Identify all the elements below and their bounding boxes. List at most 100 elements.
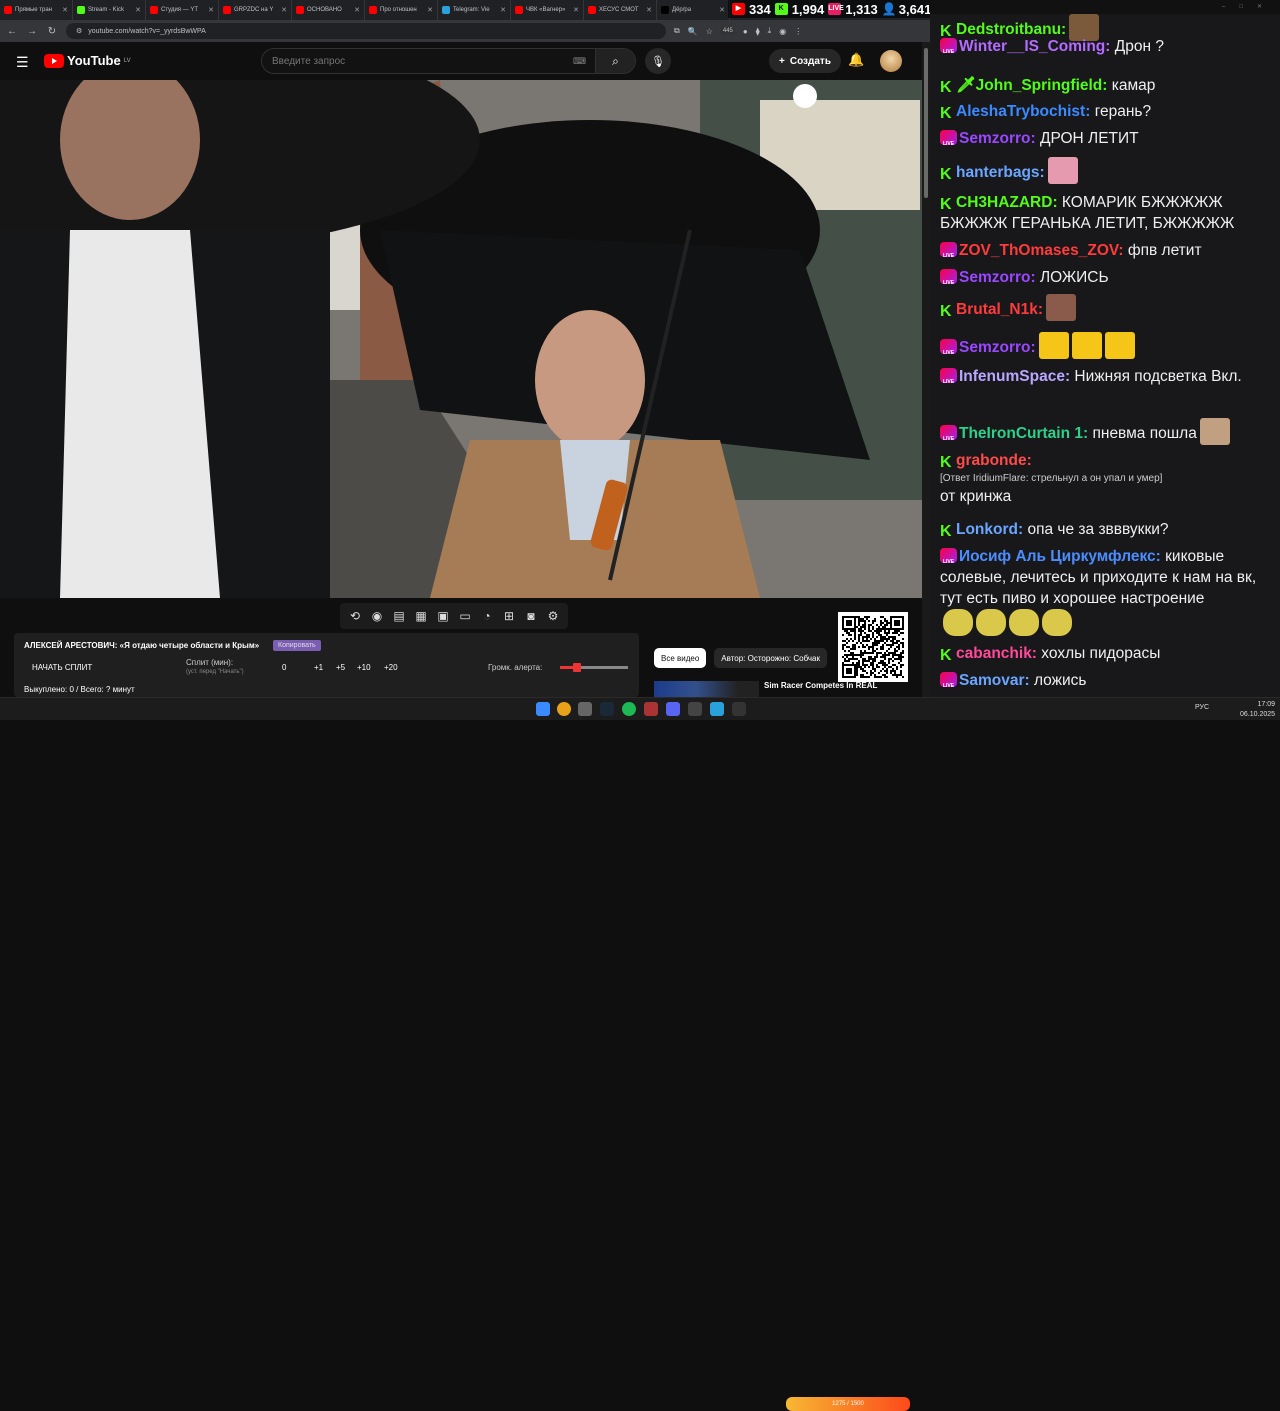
tab-close-icon[interactable]: ✕ — [281, 6, 287, 14]
spotify-icon[interactable] — [622, 702, 636, 716]
scrollbar-thumb[interactable] — [924, 48, 928, 198]
chrome-icon[interactable] — [557, 702, 571, 716]
chat-username[interactable]: hanterbags: — [956, 164, 1045, 181]
add-icon[interactable]: ⊞ — [502, 609, 516, 623]
chat-username[interactable]: Lonkord: — [956, 521, 1023, 538]
loop-icon[interactable]: ⟲ — [348, 609, 362, 623]
tab-close-icon[interactable]: ✕ — [208, 6, 214, 14]
chat-username[interactable]: 🗡John_Springfield: — [956, 77, 1107, 94]
chat-username[interactable]: Samovar: — [959, 672, 1030, 689]
window-controls[interactable]: –□✕ — [1222, 0, 1276, 14]
chat-username[interactable]: CH3HAZARD: — [956, 194, 1058, 211]
browser-tab[interactable]: Про отношен ✕ — [365, 0, 438, 20]
chat-username[interactable]: Semzorro: — [959, 269, 1036, 286]
recommended-video[interactable]: Sim Racer Competes In REAL — [654, 681, 922, 697]
chat-username[interactable]: cabanchik: — [956, 645, 1037, 662]
chat-username[interactable]: TheIronCurtain 1: — [959, 425, 1088, 442]
chat-username[interactable]: Winter__IS_Coming: — [959, 38, 1110, 55]
chat-username[interactable]: InfenumSpace: — [959, 368, 1070, 385]
speed-icon[interactable]: ◔ — [480, 609, 494, 623]
clapper-icon[interactable]: ▦ — [414, 609, 428, 623]
increment-1-button[interactable]: +1 — [314, 663, 323, 672]
download-icon[interactable]: ⤓ — [768, 26, 772, 36]
volume-knob[interactable] — [573, 663, 581, 672]
chip-all-videos[interactable]: Все видео — [654, 648, 707, 668]
tab-close-icon[interactable]: ✕ — [62, 6, 68, 14]
tab-close-icon[interactable]: ✕ — [719, 6, 725, 14]
video-player[interactable] — [0, 80, 922, 598]
extension-icon[interactable]: ● — [743, 27, 748, 36]
install-icon[interactable]: ⧉ — [674, 26, 680, 36]
search-button[interactable]: ⌕ — [595, 49, 635, 73]
tab-close-icon[interactable]: ✕ — [135, 6, 141, 14]
browser-tab[interactable]: Telegram: Vie ✕ — [438, 0, 511, 20]
search-input[interactable] — [262, 55, 573, 67]
browser-tab[interactable]: ХЕСУС СМОТ ✕ — [584, 0, 657, 20]
avatar[interactable] — [880, 50, 902, 72]
pip-icon[interactable]: ▣ — [436, 609, 450, 623]
theater-icon[interactable]: ▭ — [458, 609, 472, 623]
bookmark-star-icon[interactable]: ☆ — [706, 27, 713, 36]
kebab-menu-icon[interactable]: ⋮ — [794, 27, 802, 36]
create-button[interactable]: + Создать — [769, 49, 841, 73]
menu-icon[interactable]: ☰ — [16, 54, 29, 71]
site-info-icon[interactable]: ⚙ — [76, 27, 82, 35]
keyboard-icon[interactable]: ⌨ — [573, 56, 595, 67]
system-clock[interactable]: 17:09 06.10.2025 — [1240, 700, 1275, 720]
puzzle-icon[interactable]: ⧫ — [756, 27, 760, 36]
chat-username[interactable]: Semzorro: — [959, 339, 1036, 356]
qr-module — [846, 632, 848, 634]
settings-gear-icon[interactable]: ⚙ — [546, 609, 560, 623]
browser-tab[interactable]: GRPZDC на Y ✕ — [219, 0, 292, 20]
tab-close-icon[interactable]: ✕ — [646, 6, 652, 14]
tab-close-icon[interactable]: ✕ — [427, 6, 433, 14]
file-explorer-icon[interactable] — [578, 702, 592, 716]
increment-5-button[interactable]: +5 — [336, 663, 345, 672]
alert-volume-slider[interactable] — [560, 663, 628, 672]
tab-close-icon[interactable]: ✕ — [573, 6, 579, 14]
chat-username[interactable]: Semzorro: — [959, 130, 1036, 147]
tab-close-icon[interactable]: ✕ — [500, 6, 506, 14]
obs-icon[interactable] — [688, 702, 702, 716]
extension-badge[interactable]: 445 — [720, 27, 735, 35]
copy-button[interactable]: Копировать — [273, 640, 321, 651]
browser-tab[interactable]: Студия — YT ✕ — [146, 0, 219, 20]
chat-username[interactable]: Иосиф Аль Циркумфлекс: — [959, 548, 1161, 565]
browser-tab[interactable]: ЧВК «Вагнер» ✕ — [511, 0, 584, 20]
chat-username[interactable]: ZOV_ThOmases_ZOV: — [959, 242, 1124, 259]
mic-button[interactable]: 🎙 — [645, 48, 671, 74]
chat-username[interactable]: AleshaTrybochist: — [956, 103, 1090, 120]
browser-tab[interactable]: Stream - Kick ✕ — [73, 0, 146, 20]
zoom-icon[interactable]: 🔍 — [688, 27, 698, 36]
steam-icon[interactable] — [600, 702, 614, 716]
increment-10-button[interactable]: +10 — [357, 663, 371, 672]
youtube-logo[interactable]: YouTube LV — [44, 53, 131, 68]
qr-module — [864, 626, 866, 628]
url-field[interactable]: ⚙ youtube.com/watch?v=_yyrdsBwWPA — [66, 23, 666, 39]
language-indicator[interactable]: РУС — [1195, 704, 1209, 711]
tab-close-icon[interactable]: ✕ — [354, 6, 360, 14]
increment-20-button[interactable]: +20 — [384, 663, 398, 672]
audio-icon[interactable]: ◉ — [370, 609, 384, 623]
telegram-icon[interactable] — [710, 702, 724, 716]
page-scrollbar[interactable] — [922, 42, 930, 697]
browser-tab[interactable]: Прямые тран ✕ — [0, 0, 73, 20]
browser-tab[interactable]: Дёр/ра ✕ — [657, 0, 730, 20]
start-icon[interactable] — [536, 702, 550, 716]
discord-icon[interactable] — [666, 702, 680, 716]
reload-icon[interactable]: ↻ — [46, 26, 58, 37]
app-icon[interactable] — [644, 702, 658, 716]
filter-icon[interactable]: ▤ — [392, 609, 406, 623]
screenshot-icon[interactable]: ◙ — [524, 609, 538, 623]
chat-username[interactable]: grabonde: — [956, 452, 1032, 469]
chip-author[interactable]: Автор: Осторожно: Собчак — [714, 648, 828, 668]
taskbar-app-icon[interactable] — [732, 702, 746, 716]
back-icon[interactable]: ← — [6, 26, 18, 37]
chat-username[interactable]: Brutal_N1k: — [956, 301, 1043, 318]
split-value[interactable]: 0 — [282, 663, 286, 672]
browser-tab[interactable]: ОСНОВАНО ✕ — [292, 0, 365, 20]
bell-icon[interactable]: 🔔 — [848, 52, 864, 68]
forward-icon[interactable]: → — [26, 26, 38, 37]
start-split-button[interactable]: НАЧАТЬ СПЛИТ — [32, 663, 92, 672]
profile-icon[interactable]: ◉ — [779, 27, 786, 36]
